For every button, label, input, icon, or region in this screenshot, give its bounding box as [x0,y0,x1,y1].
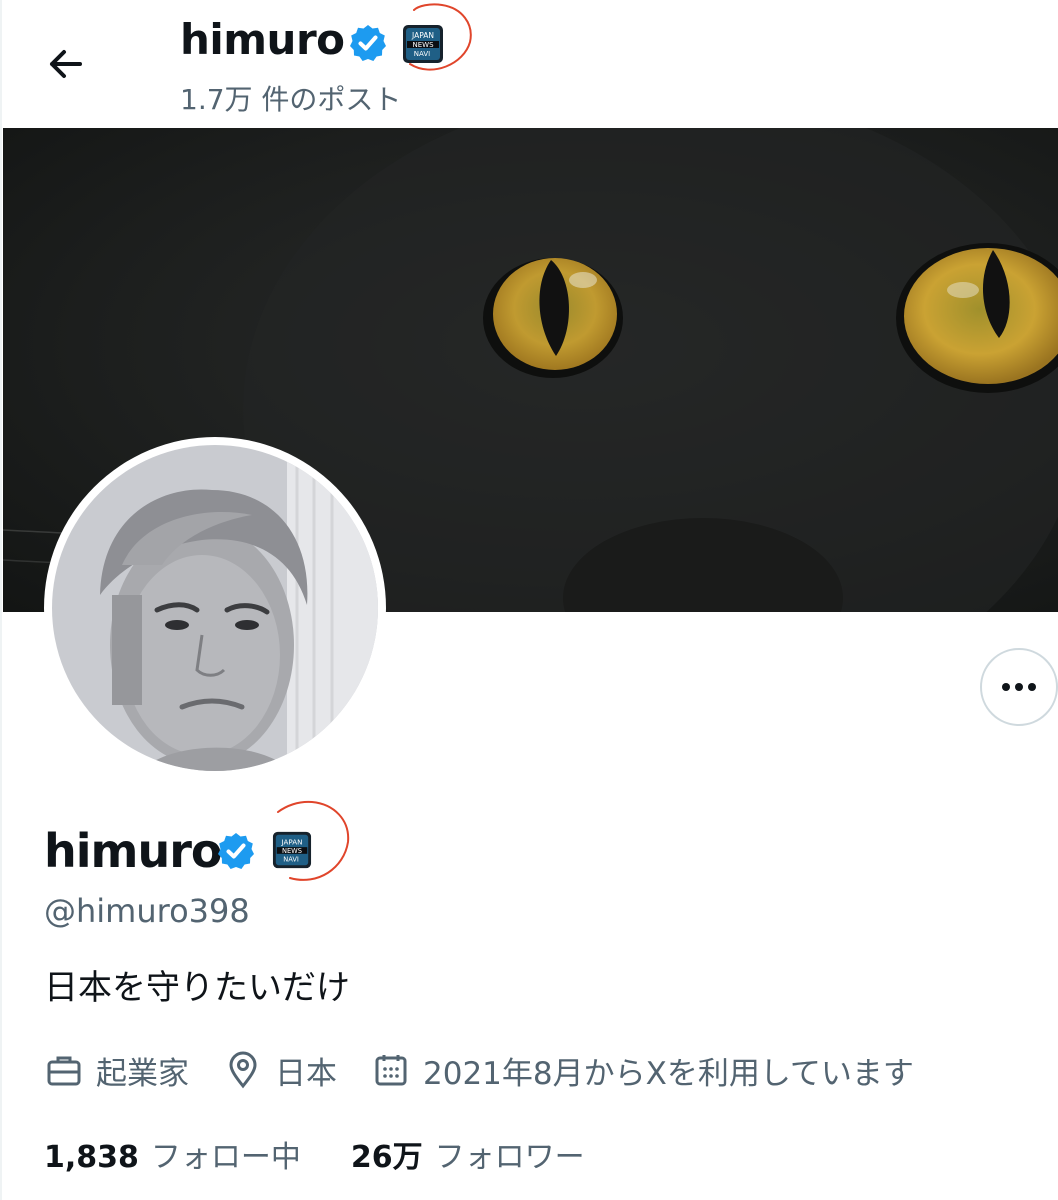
post-count: 1.7万 件のポスト [180,83,402,116]
followers-label: フォロワー [434,1140,585,1175]
briefcase-icon [47,1056,81,1086]
more-options-button[interactable] [980,648,1058,726]
occupation: 起業家 [44,1048,189,1093]
back-arrow-icon [50,50,82,78]
profile-meta: 起業家 日本 2021年8月からXを利用しています [44,1048,914,1092]
left-divider [0,0,2,1200]
profile-avatar[interactable] [44,437,386,779]
verified-icon[interactable] [216,831,256,871]
location: 日本 [223,1048,337,1093]
profile-display-name: himuro [44,824,222,878]
avatar-photo [52,445,378,771]
location-label: 日本 [275,1055,337,1092]
join-date: 2021年8月からXを利用しています [371,1048,914,1093]
followers-count: 26万 [350,1140,423,1175]
profile-handle: @himuro398 [44,892,250,930]
following-count: 1,838 [44,1140,139,1175]
following-link[interactable]: 1,838 フォロー中 [44,1132,301,1176]
back-button[interactable] [38,40,94,88]
followers-link[interactable]: 26万 フォロワー [351,1132,585,1176]
verified-icon [350,25,386,61]
following-label: フォロー中 [150,1140,301,1175]
occupation-label: 起業家 [96,1055,189,1092]
red-annotation-circle [277,800,350,881]
calendar-icon [375,1055,407,1086]
header-display-name: himuro [180,15,345,64]
more-icon [1002,683,1036,691]
follow-stats: 1,838 フォロー中 26万 フォロワー [44,1132,635,1176]
red-annotation-circle [409,3,472,71]
profile-bio: 日本を守りたいだけ [44,968,350,1008]
location-pin-icon [229,1051,257,1089]
join-date-label: 2021年8月からXを利用しています [423,1055,914,1092]
